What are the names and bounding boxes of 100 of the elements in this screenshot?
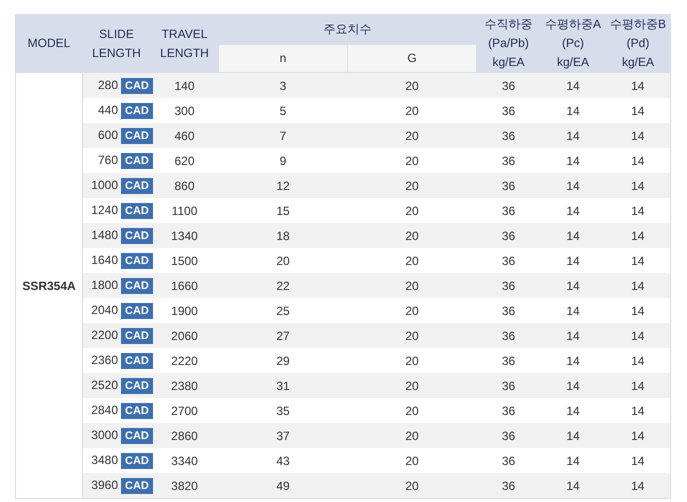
cad-button[interactable]: CAD <box>121 178 153 194</box>
table-cell: 1660 <box>150 273 218 298</box>
table-cell: 31 <box>218 373 348 398</box>
cad-button[interactable]: CAD <box>121 78 153 94</box>
table-cell: 14 <box>606 72 670 98</box>
table-cell: 14 <box>606 123 670 148</box>
table-cell: 20 <box>348 98 476 123</box>
cad-button[interactable]: CAD <box>121 302 153 318</box>
table-cell: 36 <box>476 98 540 123</box>
table-cell: 36 <box>476 223 540 248</box>
table-cell: 36 <box>476 298 540 323</box>
table-cell: 15 <box>218 198 348 223</box>
table-cell: 20 <box>348 72 476 98</box>
column-header: G <box>348 44 476 72</box>
table-cell: 5 <box>218 98 348 123</box>
table-cell: 14 <box>540 223 606 248</box>
table-cell: 36 <box>476 248 540 273</box>
table-cell: 20 <box>348 398 476 423</box>
table-cell: SSR354A <box>16 72 82 498</box>
table-cell: 20 <box>348 148 476 173</box>
table-cell-text: 2840 <box>90 402 118 417</box>
table-cell: 22 <box>218 273 348 298</box>
table-cell: 36 <box>476 423 540 448</box>
table-cell: 18 <box>218 223 348 248</box>
column-header: 수평하중B (Pd) kg/EA <box>606 14 670 72</box>
table-cell: 14 <box>540 173 606 198</box>
table-cell: 20 <box>348 223 476 248</box>
table-cell: 14 <box>606 323 670 348</box>
column-header: SLIDE LENGTH <box>82 14 150 72</box>
cad-button[interactable]: CAD <box>121 278 153 294</box>
table-cell: 36 <box>476 373 540 398</box>
cad-button[interactable]: CAD <box>121 478 153 494</box>
table-cell: 27 <box>218 323 348 348</box>
column-header: n <box>218 44 348 72</box>
table-cell-text: 1240 <box>90 202 118 217</box>
table-cell: 36 <box>476 123 540 148</box>
table-cell: 860 <box>150 173 218 198</box>
table-cell: 14 <box>540 123 606 148</box>
table-cell-text: 280 <box>96 78 118 92</box>
table-cell-text: 3480 <box>90 452 118 467</box>
table-cell: 36 <box>476 398 540 423</box>
column-header: MODEL <box>16 14 82 72</box>
cad-button[interactable]: CAD <box>121 152 153 168</box>
table-cell-text: 1800 <box>90 278 118 292</box>
table-cell: 2220 <box>150 348 218 373</box>
table-cell: 20 <box>348 423 476 448</box>
cad-button[interactable]: CAD <box>121 402 153 418</box>
table-cell: 20 <box>348 373 476 398</box>
cad-button[interactable]: CAD <box>121 128 153 144</box>
table-cell: 3820 <box>150 473 218 498</box>
table-cell: 14 <box>540 423 606 448</box>
table-cell: 14 <box>540 98 606 123</box>
table-cell: 14 <box>540 273 606 298</box>
table-cell: 1900 <box>150 298 218 323</box>
column-header: TRAVEL LENGTH <box>150 14 218 72</box>
cad-button[interactable]: CAD <box>121 102 153 118</box>
table-cell: 36 <box>476 448 540 473</box>
table-cell: 14 <box>540 473 606 498</box>
table-cell: 20 <box>348 348 476 373</box>
table-cell: 20 <box>348 473 476 498</box>
table-cell: 20 <box>348 173 476 198</box>
cad-button[interactable]: CAD <box>121 252 153 268</box>
table-cell: 14 <box>540 198 606 223</box>
cad-button[interactable]: CAD <box>121 202 153 218</box>
table-cell-text: 3960 <box>90 478 118 492</box>
table-cell: 29 <box>218 348 348 373</box>
table-cell: 14 <box>540 323 606 348</box>
table-cell: 2380 <box>150 373 218 398</box>
table-cell: 3 <box>218 72 348 98</box>
table-cell: 20 <box>348 448 476 473</box>
table-cell: 14 <box>540 348 606 373</box>
table-cell-text: 1480 <box>90 228 118 242</box>
cad-button[interactable]: CAD <box>121 352 153 368</box>
table-cell: 20 <box>348 248 476 273</box>
table-cell: 14 <box>540 72 606 98</box>
table-cell: 14 <box>606 373 670 398</box>
column-header: 주요치수 <box>218 14 476 45</box>
cad-button[interactable]: CAD <box>121 378 153 394</box>
table-cell: 460 <box>150 123 218 148</box>
table-cell-text: 440 <box>96 102 118 117</box>
table-cell: 20 <box>348 298 476 323</box>
column-header: 수평하중A (Pc) kg/EA <box>540 14 606 72</box>
table-cell: 620 <box>150 148 218 173</box>
cad-button[interactable]: CAD <box>121 328 153 344</box>
cad-button[interactable]: CAD <box>121 452 153 468</box>
table-cell: 1340 <box>150 223 218 248</box>
table-cell: 20 <box>218 248 348 273</box>
table-cell: 2060 <box>150 323 218 348</box>
column-header: 수직하중 (Pa/Pb) kg/EA <box>476 14 540 72</box>
table-cell: 14 <box>606 473 670 498</box>
cad-button[interactable]: CAD <box>121 228 153 244</box>
table-cell: 14 <box>540 148 606 173</box>
table-cell: 36 <box>476 72 540 98</box>
table-cell: 36 <box>476 148 540 173</box>
table-cell: 36 <box>476 198 540 223</box>
table-cell-text: 1640 <box>90 252 118 267</box>
table-cell: 2700 <box>150 398 218 423</box>
cad-button[interactable]: CAD <box>121 428 153 444</box>
table-cell-text: 600 <box>96 128 118 142</box>
table-cell: 20 <box>348 273 476 298</box>
